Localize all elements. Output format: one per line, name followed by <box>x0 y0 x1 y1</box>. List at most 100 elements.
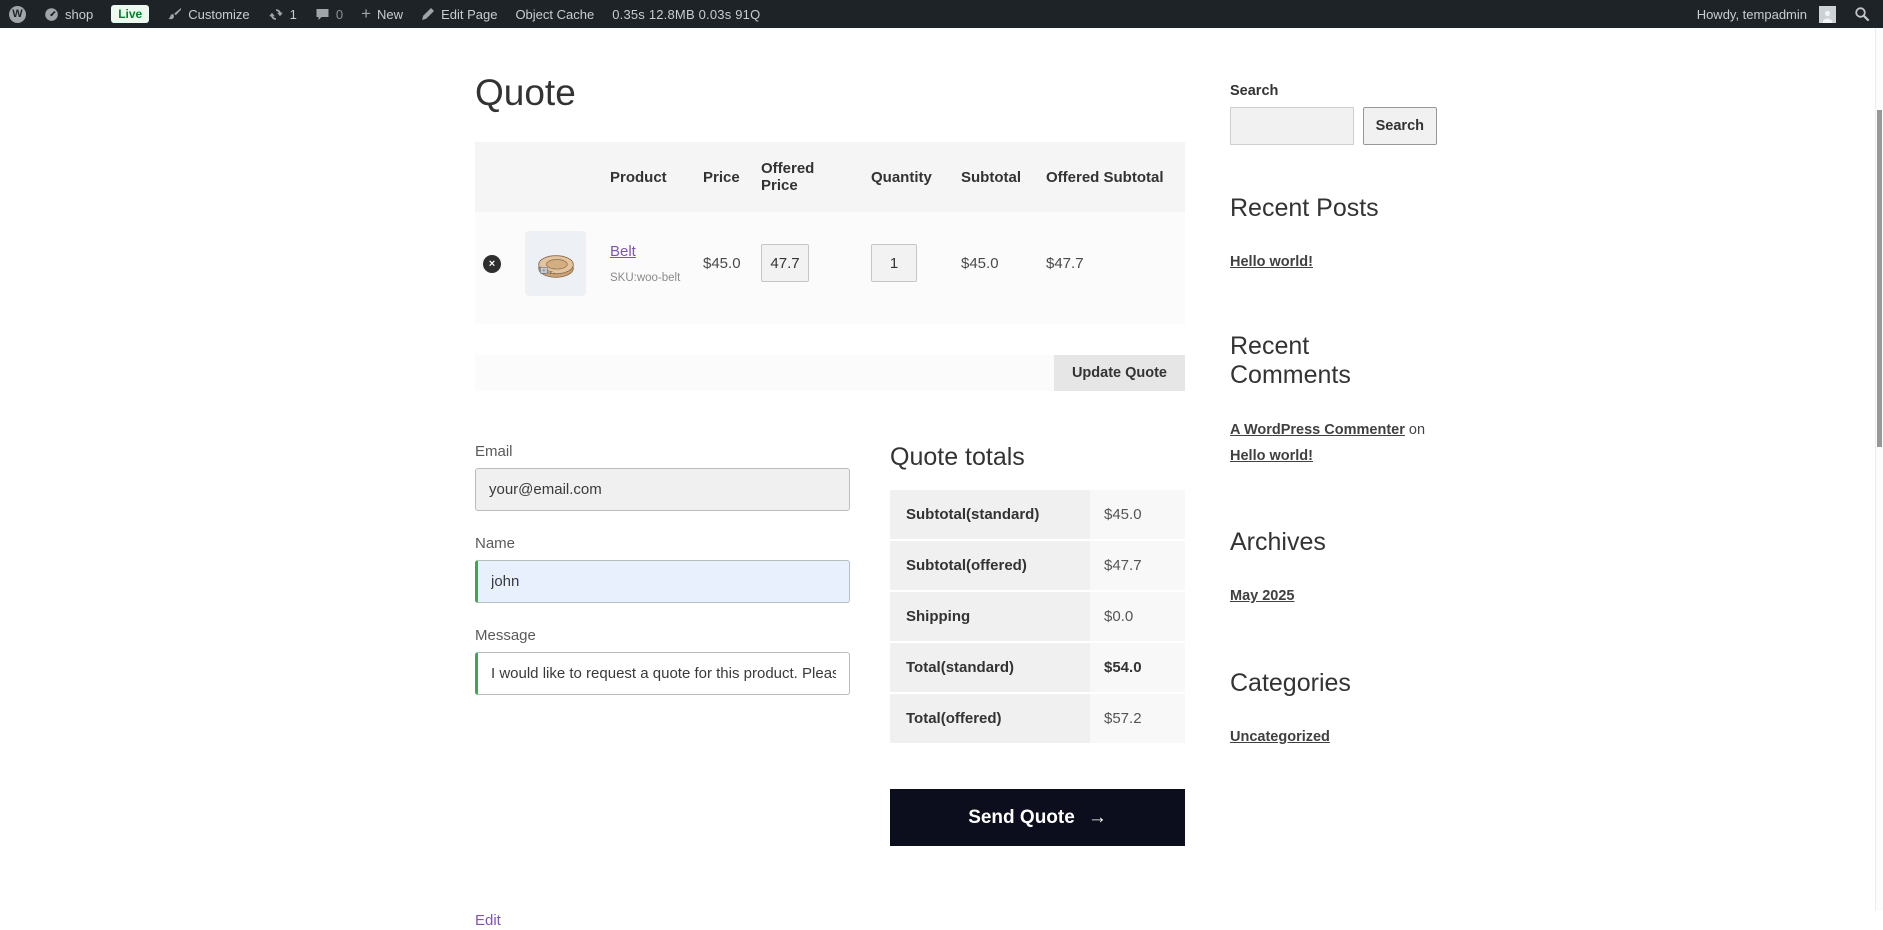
totals-row: Shipping $0.0 <box>890 591 1185 642</box>
totals-value: $54.0 <box>1090 642 1185 693</box>
remove-column-header <box>475 142 517 212</box>
message-label: Message <box>475 627 850 644</box>
pencil-icon <box>421 7 435 21</box>
customize-menu[interactable]: Customize <box>158 0 258 28</box>
categories-heading: Categories <box>1230 669 1437 698</box>
totals-row: Total(standard) $54.0 <box>890 642 1185 693</box>
totals-row: Total(offered) $57.2 <box>890 693 1185 744</box>
customize-label: Customize <box>188 7 249 22</box>
search-widget-label: Search <box>1230 83 1437 99</box>
scrollbar-thumb[interactable] <box>1877 110 1882 447</box>
quote-totals-table: Subtotal(standard) $45.0 Subtotal(offere… <box>890 490 1185 745</box>
performance-stats-text: 0.35s 12.8MB 0.03s 91Q <box>612 7 760 22</box>
page-title: Quote <box>475 72 1185 114</box>
totals-label: Total(offered) <box>890 693 1090 744</box>
quote-totals-heading: Quote totals <box>890 443 1185 472</box>
my-account-menu[interactable]: Howdy, tempadmin <box>1682 0 1845 28</box>
update-quote-button[interactable]: Update Quote <box>1054 355 1185 391</box>
quote-totals-section: Quote totals Subtotal(standard) $45.0 Su… <box>890 443 1185 846</box>
quote-actions-bar: Update Quote <box>475 355 1185 391</box>
archives-heading: Archives <box>1230 528 1437 557</box>
new-label: New <box>377 7 403 22</box>
subtotal-column-header: Subtotal <box>953 142 1038 212</box>
paintbrush-icon <box>167 7 182 22</box>
totals-value: $0.0 <box>1090 591 1185 642</box>
edit-page-link[interactable]: Edit <box>475 912 501 929</box>
totals-label: Shipping <box>890 591 1090 642</box>
offered-price-input[interactable] <box>761 244 809 282</box>
product-price: $45.0 <box>695 212 753 324</box>
edit-page-label: Edit Page <box>441 7 497 22</box>
recent-comment-item: A WordPress Commenter on Hello world! <box>1230 417 1437 469</box>
howdy-label: Howdy, tempadmin <box>1691 7 1813 22</box>
message-field[interactable] <box>475 652 850 695</box>
search-button[interactable]: Search <box>1363 107 1437 145</box>
comment-bubble-icon <box>315 7 330 22</box>
quote-request-form: Email Name Message <box>475 443 850 846</box>
product-subtotal: $45.0 <box>953 212 1038 324</box>
name-field[interactable] <box>475 560 850 603</box>
search-input[interactable] <box>1230 107 1354 145</box>
update-refresh-icon <box>268 7 284 22</box>
comment-author-link[interactable]: A WordPress Commenter <box>1230 422 1405 438</box>
thumbnail-column-header <box>517 142 602 212</box>
quantity-input[interactable] <box>871 244 917 282</box>
quote-items-table: Product Price Offered Price Quantity Sub… <box>475 142 1185 324</box>
comments-menu[interactable]: 0 <box>306 0 352 28</box>
product-column-header: Product <box>602 142 695 212</box>
comment-on-text: on <box>1409 422 1425 438</box>
send-quote-button[interactable]: Send Quote → <box>890 789 1185 846</box>
dashboard-gauge-icon <box>44 7 59 22</box>
comment-count: 0 <box>336 7 343 22</box>
totals-value: $45.0 <box>1090 490 1185 540</box>
live-status[interactable]: Live <box>102 0 158 28</box>
send-quote-label: Send Quote <box>968 807 1075 829</box>
quote-item-row: × <box>475 212 1185 324</box>
totals-label: Subtotal(standard) <box>890 490 1090 540</box>
site-name-menu[interactable]: shop <box>35 0 102 28</box>
live-badge: Live <box>111 5 149 23</box>
totals-value: $57.2 <box>1090 693 1185 744</box>
recent-post-link[interactable]: Hello world! <box>1230 254 1313 270</box>
archive-link[interactable]: May 2025 <box>1230 588 1295 604</box>
content-container: Quote Product Price Offered Price Quanti… <box>475 28 1437 930</box>
email-label: Email <box>475 443 850 460</box>
product-sku: SKU:woo-belt <box>610 272 687 284</box>
product-name-link[interactable]: Belt <box>610 243 636 260</box>
recent-comments-heading: Recent Comments <box>1230 332 1437 390</box>
category-link[interactable]: Uncategorized <box>1230 729 1330 745</box>
avatar <box>1819 6 1836 23</box>
performance-stats[interactable]: 0.35s 12.8MB 0.03s 91Q <box>603 0 769 28</box>
object-cache-menu[interactable]: Object Cache <box>506 0 603 28</box>
updates-menu[interactable]: 1 <box>259 0 306 28</box>
new-content-menu[interactable]: + New <box>352 0 412 28</box>
search-widget: Search Search <box>1230 83 1437 145</box>
product-offered-subtotal: $47.7 <box>1038 212 1185 324</box>
quantity-column-header: Quantity <box>863 142 953 212</box>
table-header-row: Product Price Offered Price Quantity Sub… <box>475 142 1185 212</box>
totals-value: $47.7 <box>1090 540 1185 591</box>
main-content: Quote Product Price Offered Price Quanti… <box>475 28 1185 930</box>
edit-page-menu[interactable]: Edit Page <box>412 0 506 28</box>
product-thumbnail <box>525 231 586 296</box>
page-scrollbar[interactable] <box>1875 28 1883 911</box>
wp-logo-menu[interactable]: W <box>0 0 35 28</box>
comment-post-link[interactable]: Hello world! <box>1230 448 1313 464</box>
search-icon <box>1854 6 1870 22</box>
admin-search[interactable] <box>1845 0 1883 28</box>
name-label: Name <box>475 535 850 552</box>
update-count: 1 <box>290 7 297 22</box>
totals-row: Subtotal(standard) $45.0 <box>890 490 1185 540</box>
totals-label: Total(standard) <box>890 642 1090 693</box>
email-field[interactable] <box>475 468 850 511</box>
totals-label: Subtotal(offered) <box>890 540 1090 591</box>
offered-price-column-header: Offered Price <box>753 142 863 212</box>
wordpress-logo-icon: W <box>9 6 26 23</box>
wp-admin-bar: W shop Live Customize <box>0 0 1883 28</box>
remove-item-icon[interactable]: × <box>483 255 501 273</box>
sidebar: Search Search Recent Posts Hello world! … <box>1230 28 1437 930</box>
site-name-label: shop <box>65 7 93 22</box>
totals-row: Subtotal(offered) $47.7 <box>890 540 1185 591</box>
offered-subtotal-column-header: Offered Subtotal <box>1038 142 1185 212</box>
price-column-header: Price <box>695 142 753 212</box>
